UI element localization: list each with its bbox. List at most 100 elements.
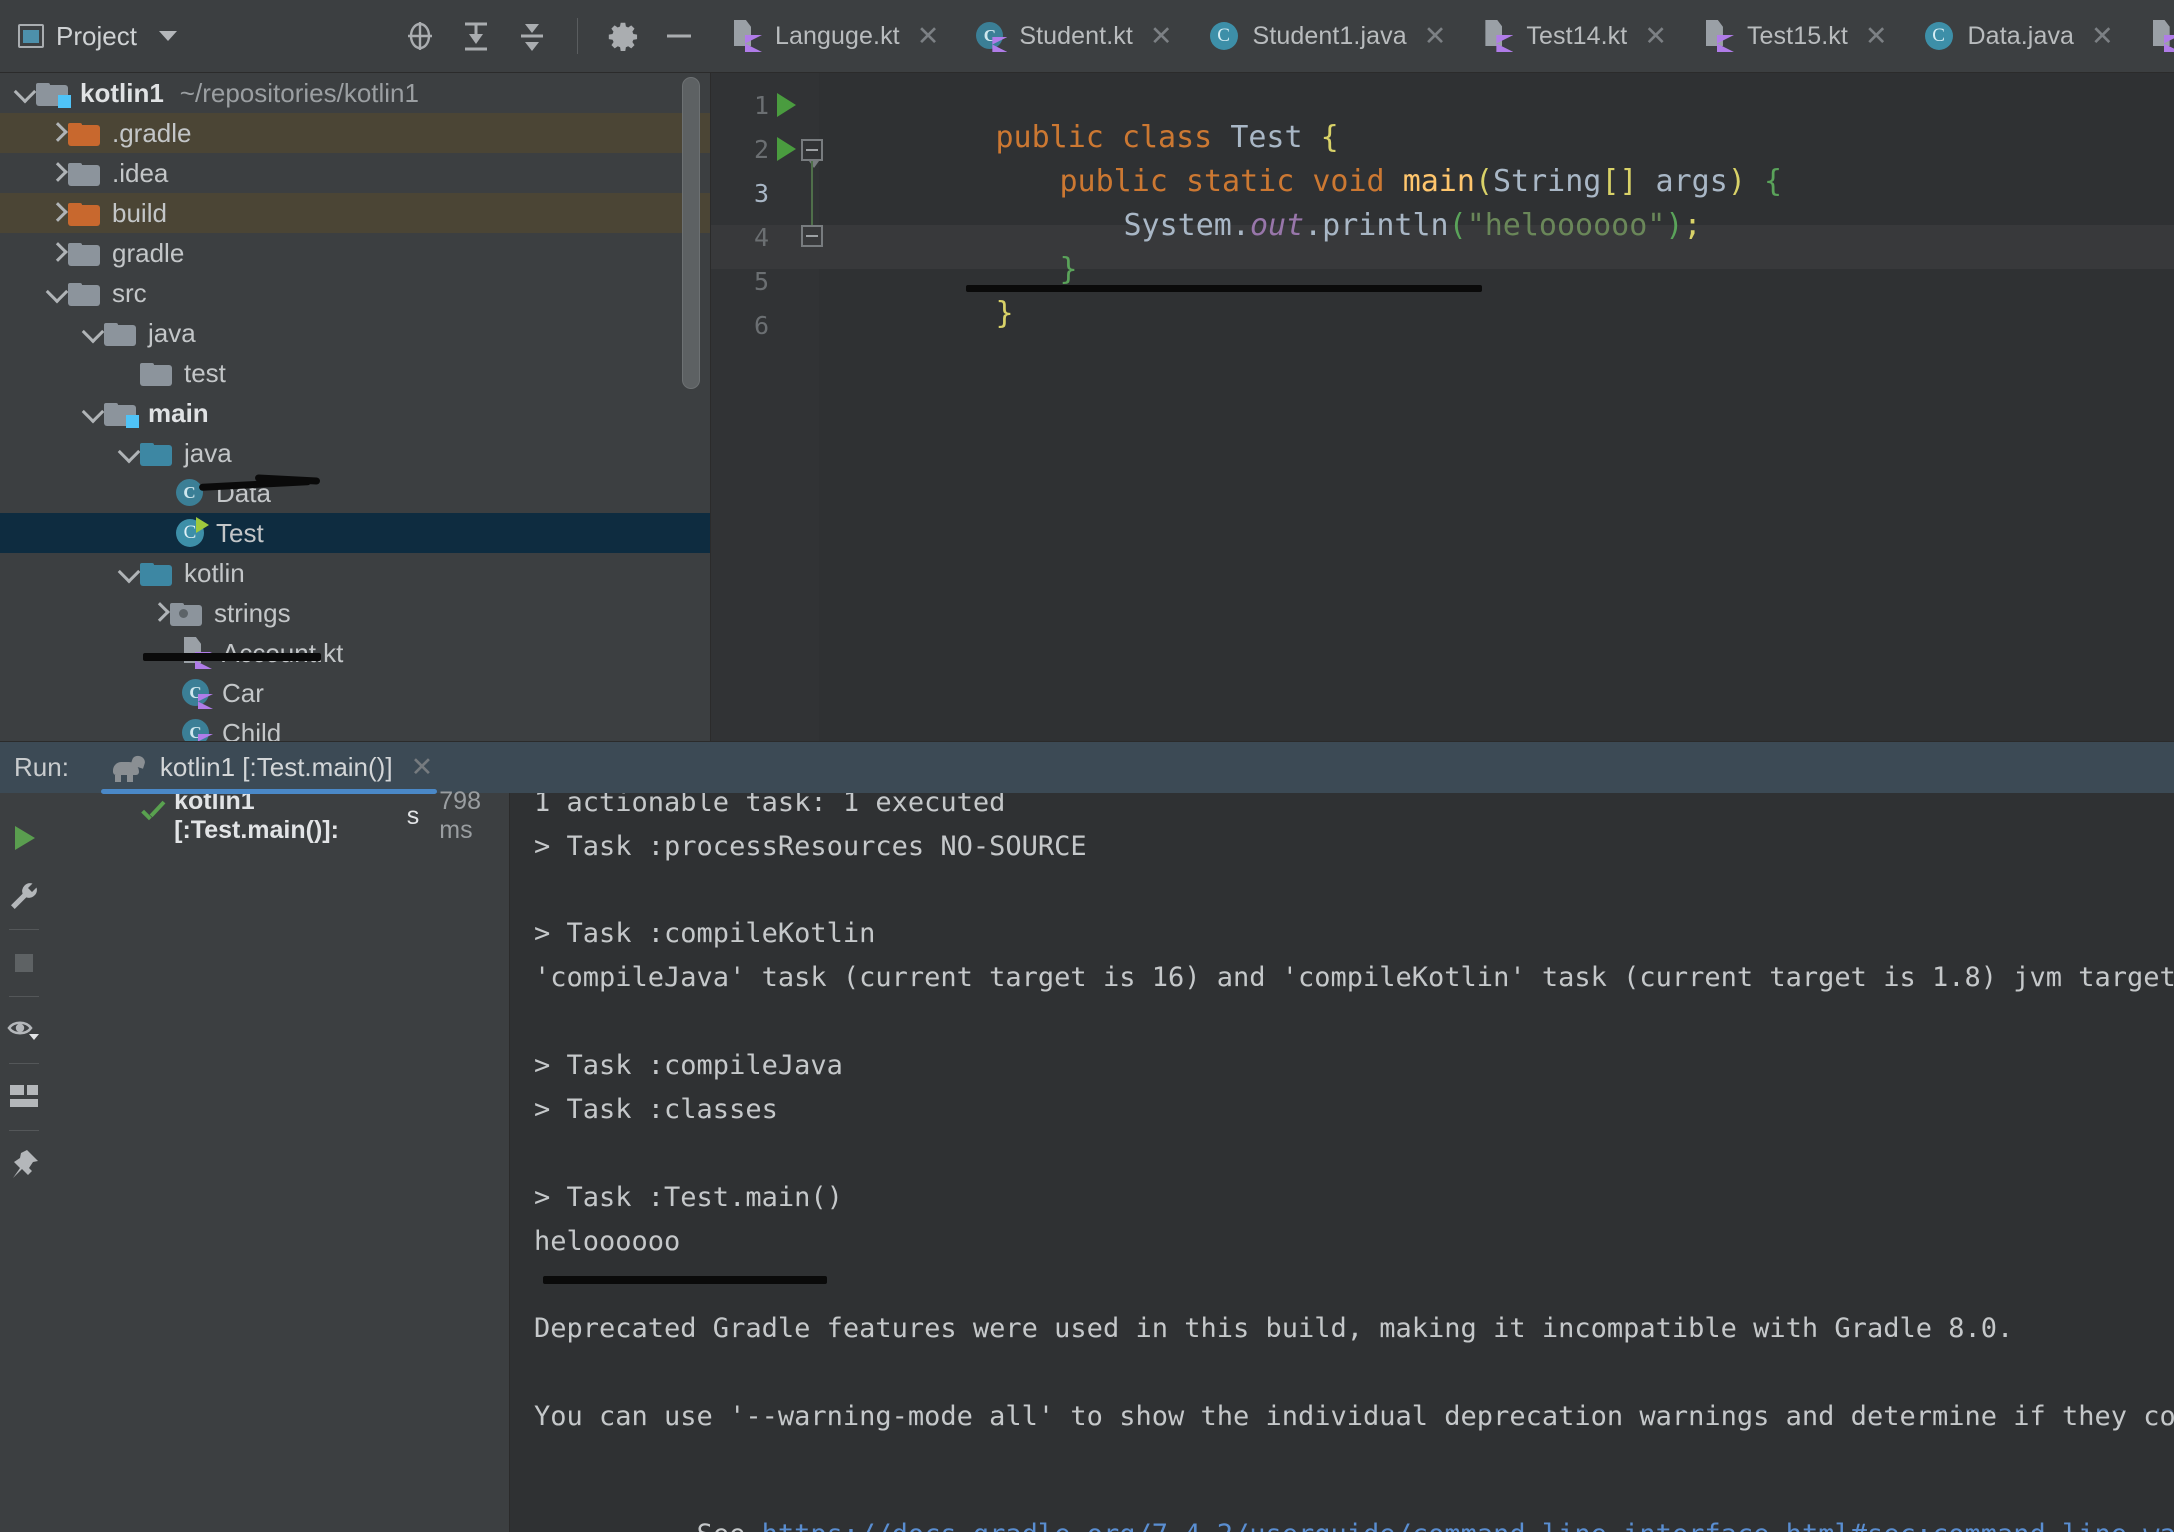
- editor-tab[interactable]: Student1.java ✕: [1188, 0, 1462, 72]
- kotlin-class-icon: [176, 478, 206, 508]
- run-result-node[interactable]: kotlin1 [:Test.main()]: s 798 ms: [48, 787, 509, 844]
- project-window-icon: [18, 24, 44, 48]
- tree-row-src[interactable]: src: [0, 273, 710, 313]
- toolbar-divider: [9, 1063, 39, 1064]
- layout-icon[interactable]: [0, 1068, 48, 1126]
- editor-tab[interactable]: Test14.kt ✕: [1461, 0, 1682, 72]
- tree-row-root[interactable]: kotlin1 ~/repositories/kotlin1: [0, 73, 710, 113]
- editor-tab[interactable]: Languge.kt ✕: [710, 0, 954, 72]
- tree-row-test[interactable]: test: [0, 353, 710, 393]
- tree-row-idea[interactable]: .idea: [0, 153, 710, 193]
- chevron-down-icon[interactable]: [82, 402, 104, 424]
- editor-gutter[interactable]: [711, 73, 819, 741]
- tree-row-main[interactable]: main: [0, 393, 710, 433]
- kotlin-class-icon: [182, 678, 213, 709]
- kotlin-file-icon: [2151, 20, 2174, 52]
- run-result-duration: 798 ms: [439, 787, 481, 844]
- tab-close-icon[interactable]: ✕: [2091, 22, 2114, 50]
- gear-icon[interactable]: [606, 19, 640, 53]
- tab-close-icon[interactable]: ✕: [1424, 22, 1447, 50]
- editor-tab[interactable]: Data.java ✕: [1903, 0, 2129, 72]
- tree-row-build[interactable]: build: [0, 193, 710, 233]
- line-number: 3: [753, 179, 769, 208]
- chevron-down-icon[interactable]: [82, 322, 104, 344]
- chevron-down-icon[interactable]: [46, 282, 68, 304]
- folder-excluded-icon: [68, 120, 102, 146]
- editor-tab-bar: Languge.kt ✕ Student.kt ✕ Student1.java …: [710, 0, 2174, 73]
- close-icon[interactable]: ✕: [411, 752, 434, 783]
- ide-window: Project Languge.kt ✕ C Student.kt ✕ C St…: [0, 0, 2174, 1532]
- project-title-group[interactable]: Project: [18, 21, 177, 52]
- tree-row-kotlin[interactable]: kotlin: [0, 553, 710, 593]
- tree-row-car[interactable]: Car: [0, 673, 710, 713]
- kotlin-class-icon: [182, 718, 213, 741]
- console-line: 1 actionable task: 1 executed: [534, 793, 1006, 818]
- tree-row-account-kt[interactable]: Account.kt: [0, 633, 710, 673]
- minimize-icon[interactable]: [662, 19, 696, 53]
- tree-root-path: ~/repositories/kotlin1: [179, 77, 419, 108]
- tree-row-strings[interactable]: strings: [0, 593, 710, 633]
- tab-close-icon[interactable]: ✕: [1150, 22, 1173, 50]
- tree-row-gradle-cache[interactable]: .gradle: [0, 113, 710, 153]
- tab-close-icon[interactable]: ✕: [1865, 22, 1888, 50]
- source-folder-icon: [140, 560, 174, 586]
- tab-close-icon[interactable]: ✕: [917, 22, 940, 50]
- line-number: 5: [753, 267, 769, 296]
- stop-icon: [0, 934, 48, 992]
- folder-icon: [140, 360, 174, 386]
- tree-label: java: [184, 437, 232, 468]
- chevron-down-icon[interactable]: [14, 82, 36, 104]
- run-gutter-icon[interactable]: [777, 93, 796, 117]
- editor-tab[interactable]: Test15.kt ✕: [1682, 0, 1903, 72]
- tab-label: Student1.java: [1252, 21, 1407, 50]
- project-tree[interactable]: kotlin1 ~/repositories/kotlin1 .gradle .…: [0, 73, 711, 741]
- project-tree-scrollbar[interactable]: [682, 77, 700, 389]
- line-number: 1: [753, 91, 769, 120]
- toolbar-divider: [9, 996, 39, 997]
- tab-close-icon[interactable]: ✕: [1644, 22, 1667, 50]
- console-line: > Task :processResources NO-SOURCE: [534, 831, 1087, 862]
- kotlin-file-icon: [1483, 20, 1514, 52]
- tab-label: Test15.kt: [1746, 21, 1848, 50]
- eye-icon[interactable]: [0, 1001, 48, 1059]
- tree-row-test-class[interactable]: Test: [0, 513, 710, 553]
- editor-tab[interactable]: Student.kt ✕: [954, 0, 1187, 72]
- run-results-tree[interactable]: kotlin1 [:Test.main()]: s 798 ms: [48, 787, 510, 1532]
- run-console-output[interactable]: 1 actionable task: 1 executed > Task :pr…: [510, 793, 2174, 1532]
- chevron-right-icon[interactable]: [46, 202, 68, 224]
- rerun-icon[interactable]: [0, 809, 48, 867]
- tree-label: gradle: [112, 237, 185, 268]
- chevron-down-icon[interactable]: [158, 31, 177, 41]
- chevron-right-icon[interactable]: [46, 162, 68, 184]
- code-fold-icon[interactable]: [801, 225, 823, 247]
- chevron-right-icon[interactable]: [46, 242, 68, 264]
- tree-row-main-java[interactable]: java: [0, 433, 710, 473]
- tree-label: build: [112, 197, 167, 228]
- runnable-class-icon: [176, 517, 209, 548]
- gradle-docs-link[interactable]: https://docs.gradle.org/7.4.2/userguide/…: [762, 1519, 2174, 1532]
- locate-icon[interactable]: [403, 19, 437, 53]
- tree-row-src-java[interactable]: java: [0, 313, 710, 353]
- tab-label: Data.java: [1967, 21, 2075, 50]
- chevron-right-icon[interactable]: [46, 122, 68, 144]
- chevron-right-icon[interactable]: [148, 602, 170, 624]
- run-gutter-icon[interactable]: [777, 137, 796, 161]
- run-configuration-tab[interactable]: kotlin1 [:Test.main()] ✕: [95, 742, 443, 794]
- folder-icon: [104, 320, 138, 346]
- tree-label: main: [148, 397, 209, 428]
- editor-tab[interactable]: Test16.kt ✕: [2129, 0, 2174, 72]
- chevron-down-icon[interactable]: [118, 442, 140, 464]
- chevron-down-icon[interactable]: [118, 562, 140, 584]
- code-fold-icon[interactable]: [801, 139, 823, 168]
- console-line: > Task :compileKotlin: [534, 918, 876, 949]
- expand-all-icon[interactable]: [459, 19, 493, 53]
- tree-row-child[interactable]: Child: [0, 713, 710, 741]
- pin-icon[interactable]: [0, 1135, 48, 1193]
- wrench-icon[interactable]: [0, 867, 48, 925]
- package-folder-icon: [170, 600, 204, 626]
- tree-row-data[interactable]: Data: [0, 473, 710, 513]
- code-editor[interactable]: 1 2 3 4 5 6 public class Test { public s…: [711, 73, 2174, 741]
- tree-label: Child: [222, 717, 282, 742]
- tree-row-gradle[interactable]: gradle: [0, 233, 710, 273]
- collapse-all-icon[interactable]: [515, 19, 549, 53]
